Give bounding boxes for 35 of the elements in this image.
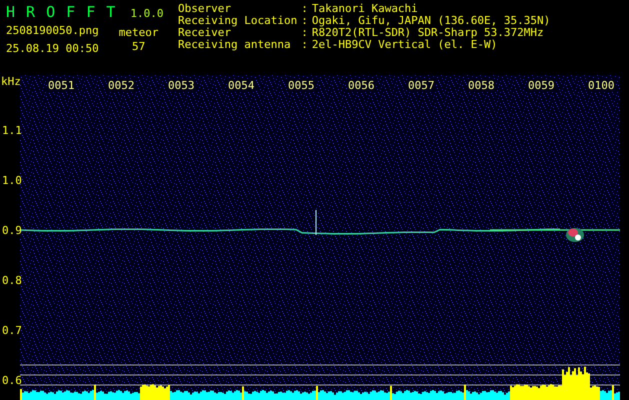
- unit-label: kHz: [1, 75, 21, 88]
- time-label: 0057: [407, 79, 436, 92]
- meteor-count: 57: [132, 40, 146, 53]
- frequency-label: 0.9: [2, 224, 22, 237]
- info-value: R820T2(RTL-SDR) SDR-Sharp 53.372MHz: [312, 27, 545, 39]
- app-version: 1.0.0: [130, 7, 164, 20]
- info-value: Takanori Kawachi: [312, 3, 419, 15]
- info-label: Receiver: [178, 27, 231, 39]
- frequency-label: 0.6: [2, 374, 22, 387]
- frequency-label: 0.8: [2, 274, 22, 287]
- time-label: 0056: [347, 79, 376, 92]
- colon: :: [301, 15, 308, 27]
- time-label: 0052: [107, 79, 136, 92]
- app-title: H R O F F T: [6, 3, 116, 21]
- info-value: 2el-HB9CV Vertical (el. E-W): [312, 39, 498, 51]
- info-label: Receiving Location: [178, 15, 298, 27]
- info-label: Observer: [178, 3, 232, 15]
- colon: :: [301, 3, 308, 15]
- colon: :: [301, 27, 308, 39]
- time-label: 0055: [287, 79, 316, 92]
- time-label: 0058: [467, 79, 496, 92]
- time-label: 0051: [47, 79, 76, 92]
- frequency-label: 1.0: [2, 174, 22, 187]
- meteor-label: meteor: [118, 26, 158, 39]
- frequency-label: 1.1: [2, 124, 22, 137]
- colon: :: [301, 39, 308, 51]
- time-label: 0054: [227, 79, 256, 92]
- file-name: 2508190050.png: [6, 24, 99, 37]
- info-value: Ogaki, Gifu, JAPAN (136.60E, 35.35N): [312, 15, 550, 27]
- info-label: Receiving antenna: [178, 39, 292, 51]
- date-time: 25.08.19 00:50: [6, 42, 99, 55]
- time-label: 0053: [167, 79, 196, 92]
- frequency-label: 0.7: [2, 324, 22, 337]
- time-label: 0059: [527, 79, 556, 92]
- time-label: 0100: [587, 79, 616, 92]
